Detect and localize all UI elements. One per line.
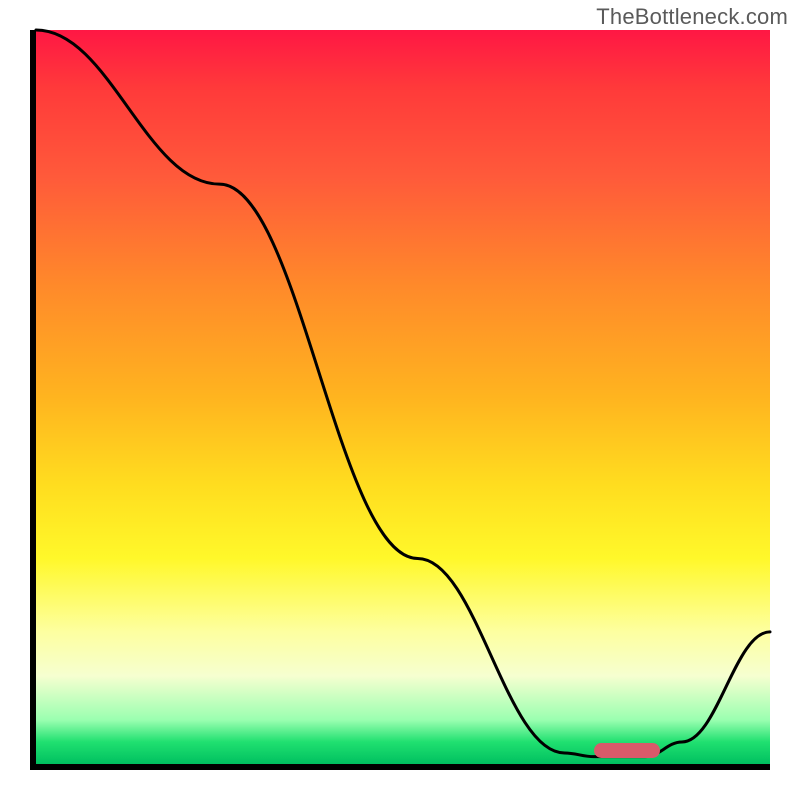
plot-frame <box>30 30 770 770</box>
bottleneck-curve <box>36 30 770 764</box>
optimal-range-marker <box>594 743 660 758</box>
watermark-text: TheBottleneck.com <box>596 4 788 30</box>
